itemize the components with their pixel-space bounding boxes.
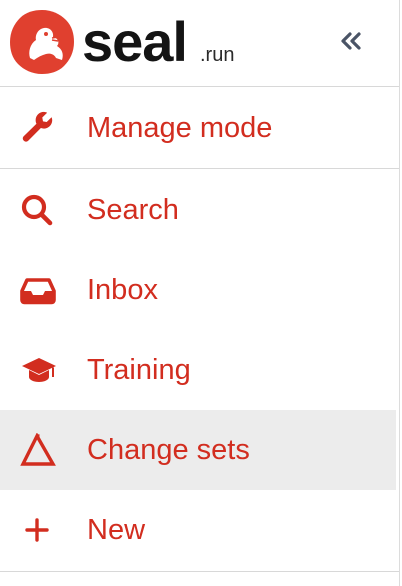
divider [0,571,399,572]
nav-item-search[interactable]: Search [0,170,396,250]
manage-mode-label: Manage mode [87,112,273,144]
nav-item-inbox[interactable]: Inbox [0,250,396,330]
nav-item-training[interactable]: Training [0,330,396,410]
wrench-icon [20,110,60,146]
plus-icon [20,512,60,548]
graduation-cap-icon [20,352,60,388]
inbox-icon [20,272,60,308]
nav-item-label: New [87,514,146,546]
nav-item-label: Search [87,194,179,226]
nav-item-label: Inbox [87,274,158,306]
sidebar: seal .run Manage mode Search Inbox Train… [0,0,402,586]
nav-item-label: Change sets [87,434,250,466]
collapse-sidebar-button[interactable] [334,26,368,60]
delta-icon [20,432,60,468]
nav-item-new[interactable]: New [0,490,396,570]
sidebar-border [399,0,400,586]
brand-name: seal [82,10,188,73]
seal-logo-icon[interactable] [8,8,76,76]
nav-item-label: Training [87,354,191,386]
double-chevron-left-icon [339,31,363,56]
search-icon [20,192,60,228]
nav-item-change-sets[interactable]: Change sets [0,410,396,490]
sidebar-header: seal .run [0,0,399,87]
manage-mode-item[interactable]: Manage mode [0,88,399,169]
brand-tld: .run [200,44,235,66]
